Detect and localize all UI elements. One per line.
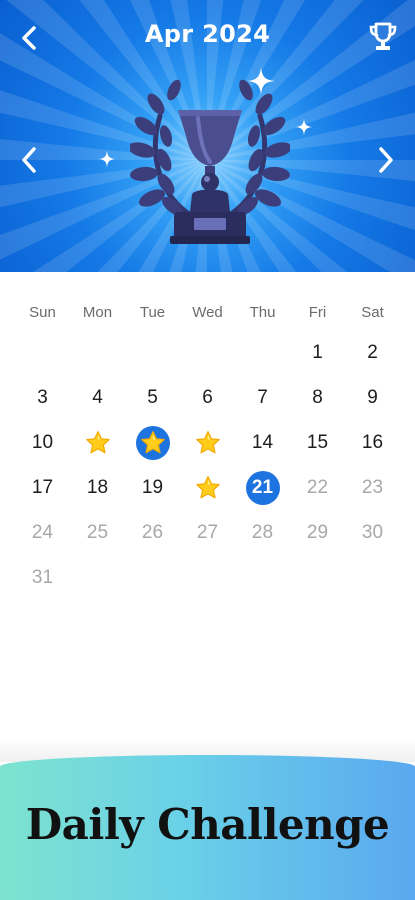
completed-day-star[interactable] <box>81 426 115 460</box>
weekday-label: Sun <box>29 304 56 321</box>
day-cell: 18 <box>70 465 125 510</box>
weekday-label: Sat <box>361 304 384 321</box>
day-number[interactable]: 29 <box>301 516 335 550</box>
day-cell: 14 <box>235 420 290 465</box>
weekday-label: Wed <box>192 304 223 321</box>
day-cell: 21 <box>235 465 290 510</box>
back-button[interactable] <box>12 20 48 56</box>
day-number[interactable]: 17 <box>26 471 60 505</box>
month-title: Apr 2024 <box>144 20 271 48</box>
day-number[interactable]: 25 <box>81 516 115 550</box>
chevron-left-icon <box>22 147 36 173</box>
day-cell: 5 <box>125 375 180 420</box>
day-number[interactable]: 3 <box>26 381 60 415</box>
day-cell <box>125 420 180 465</box>
completed-day-star[interactable] <box>135 425 170 460</box>
day-cell: 10 <box>15 420 70 465</box>
day-number[interactable]: 15 <box>301 426 335 460</box>
day-cell: 1 <box>290 330 345 375</box>
day-cell <box>180 330 235 375</box>
day-number[interactable]: 16 <box>356 426 390 460</box>
calendar: Sun Mon Tue Wed Thu Fri Sat 1 2 3 4 5 6 7 8 9 10 1… <box>15 296 400 600</box>
day-number[interactable]: 19 <box>136 471 170 505</box>
star-icon <box>140 430 165 453</box>
day-cell: 29 <box>290 510 345 555</box>
day-number[interactable]: 7 <box>246 381 280 415</box>
day-cell <box>70 330 125 375</box>
day-number[interactable]: 4 <box>81 381 115 415</box>
day-number[interactable]: 5 <box>136 381 170 415</box>
weekday-label: Tue <box>139 304 166 321</box>
day-cell: 24 <box>15 510 70 555</box>
day-number[interactable]: 24 <box>26 516 60 550</box>
day-cell: 23 <box>345 465 400 510</box>
day-number[interactable]: 23 <box>356 471 390 505</box>
day-cell: 28 <box>235 510 290 555</box>
day-cell <box>125 330 180 375</box>
day-number[interactable]: 9 <box>356 381 390 415</box>
day-number[interactable]: 18 <box>81 471 115 505</box>
day-grid: 1 2 3 4 5 6 7 8 9 10 14 15 16 17 18 19 21 22 23 24 25 26 27 28 2… <box>15 330 400 600</box>
day-cell: 4 <box>70 375 125 420</box>
next-month-button[interactable] <box>365 140 405 180</box>
day-cell: 8 <box>290 375 345 420</box>
day-number[interactable]: 30 <box>356 516 390 550</box>
day-cell <box>15 330 70 375</box>
weekday-label: Thu <box>249 304 276 321</box>
day-cell: 25 <box>70 510 125 555</box>
hero-banner: Apr 2024 <box>0 0 415 272</box>
today-day[interactable]: 21 <box>245 470 280 505</box>
day-cell: 9 <box>345 375 400 420</box>
day-cell: 7 <box>235 375 290 420</box>
day-number[interactable]: 28 <box>246 516 280 550</box>
day-cell: 26 <box>125 510 180 555</box>
day-cell <box>70 420 125 465</box>
day-cell: 19 <box>125 465 180 510</box>
trophy-button[interactable] <box>365 18 401 56</box>
day-cell: 15 <box>290 420 345 465</box>
banner-title: Daily Challenge <box>25 800 390 849</box>
chevron-right-icon <box>379 147 393 173</box>
day-cell: 2 <box>345 330 400 375</box>
day-cell: 16 <box>345 420 400 465</box>
weekday-label: Fri <box>308 304 327 321</box>
sparkle-icon <box>98 150 116 168</box>
completed-day-star[interactable] <box>191 471 225 505</box>
day-cell: 3 <box>15 375 70 420</box>
trophy-icon <box>369 22 397 50</box>
sparkle-icon <box>295 118 313 136</box>
day-number[interactable]: 8 <box>301 381 335 415</box>
day-cell: 22 <box>290 465 345 510</box>
trophy-illustration <box>130 79 290 244</box>
previous-month-button[interactable] <box>10 140 50 180</box>
day-cell: 17 <box>15 465 70 510</box>
weekday-header: Sun Mon Tue Wed Thu Fri Sat <box>15 296 400 330</box>
day-number[interactable]: 31 <box>26 561 60 595</box>
star-icon <box>195 475 220 498</box>
weekday-label: Mon <box>82 304 113 321</box>
day-number[interactable]: 14 <box>246 426 280 460</box>
chevron-left-icon <box>22 26 36 50</box>
day-number[interactable]: 2 <box>356 336 390 370</box>
star-icon <box>85 430 110 453</box>
day-cell <box>235 330 290 375</box>
day-number[interactable]: 27 <box>191 516 225 550</box>
day-cell: 6 <box>180 375 235 420</box>
day-number[interactable]: 22 <box>301 471 335 505</box>
day-cell: 30 <box>345 510 400 555</box>
completed-day-star[interactable] <box>191 426 225 460</box>
day-number[interactable]: 10 <box>26 426 60 460</box>
day-cell <box>180 465 235 510</box>
star-icon <box>195 430 220 453</box>
day-cell: 27 <box>180 510 235 555</box>
day-number[interactable]: 6 <box>191 381 225 415</box>
day-cell <box>180 420 235 465</box>
day-cell: 31 <box>15 555 70 600</box>
day-number[interactable]: 1 <box>301 336 335 370</box>
day-number[interactable]: 26 <box>136 516 170 550</box>
